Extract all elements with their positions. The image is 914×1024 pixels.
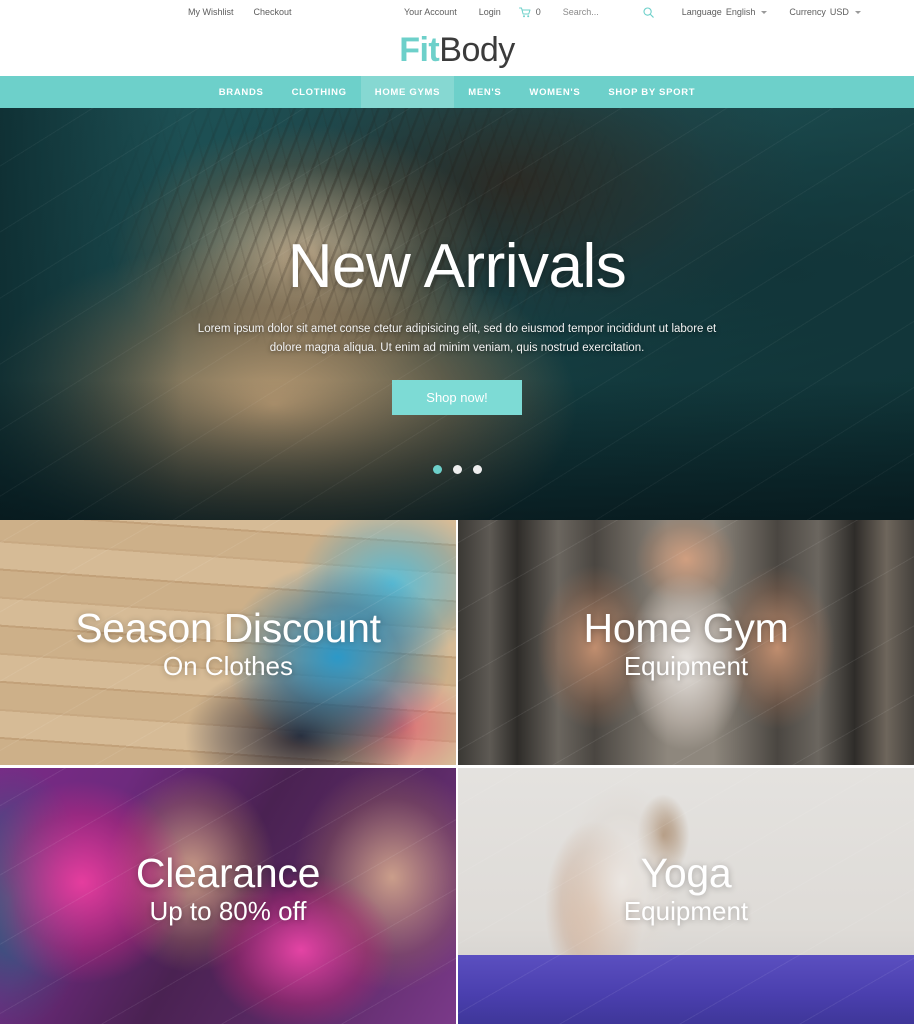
shop-now-button[interactable]: Shop now!: [392, 379, 522, 415]
logo-text-secondary: Body: [439, 31, 515, 69]
nav-item-clothing[interactable]: CLOTHING: [278, 76, 361, 108]
top-utility-bar: My Wishlist Checkout Your Account Login …: [0, 0, 914, 24]
nav-item-shop-by-sport[interactable]: SHOP BY SPORT: [594, 76, 709, 108]
shopping-cart-icon: [518, 7, 531, 18]
search-icon: [643, 6, 654, 21]
promo-title: Season Discount: [75, 605, 381, 651]
currency-value: USD: [829, 7, 849, 17]
chevron-down-icon: [761, 10, 768, 14]
my-wishlist-link[interactable]: My Wishlist: [188, 7, 234, 17]
carousel-dots: [0, 465, 914, 474]
currency-label: Currency: [789, 7, 826, 17]
nav-item-brands[interactable]: BRANDS: [205, 76, 278, 108]
topbar-right-controls: Your Account Login 0 Language: [404, 6, 883, 21]
hero-carousel: New Arrivals Lorem ipsum dolor sit amet …: [0, 108, 914, 520]
language-value: English: [725, 7, 756, 17]
language-label: Language: [681, 7, 722, 17]
hero-subtitle: Lorem ipsum dolor sit amet conse ctetur …: [197, 323, 717, 354]
promo-title: Clearance: [135, 850, 321, 896]
promo-grid: Season Discount On Clothes Home Gym Equi…: [0, 520, 914, 1024]
carousel-dot-1[interactable]: [432, 465, 442, 474]
carousel-dot-3[interactable]: [472, 465, 482, 474]
cart-button[interactable]: 0: [518, 7, 541, 18]
promo-subtitle: On Clothes: [162, 651, 294, 681]
currency-selector[interactable]: Currency USD: [789, 7, 861, 17]
promo-season-discount[interactable]: Season Discount On Clothes: [0, 520, 456, 765]
cart-count: 0: [535, 7, 541, 17]
topbar-left-links: My Wishlist Checkout: [188, 7, 292, 17]
promo-clearance[interactable]: Clearance Up to 80% off: [0, 768, 456, 1024]
language-selector[interactable]: Language English: [682, 7, 768, 17]
nav-item-womens[interactable]: WOMEN'S: [515, 76, 594, 108]
nav-item-home-gyms[interactable]: HOME GYMS: [360, 76, 455, 108]
site-logo[interactable]: FitBody: [399, 33, 515, 67]
promo-text-clearance: Clearance Up to 80% off: [0, 853, 456, 929]
login-link[interactable]: Login: [479, 7, 501, 17]
logo-text-primary: Fit: [399, 31, 440, 69]
promo-title: Yoga: [640, 850, 732, 896]
promo-home-gym[interactable]: Home Gym Equipment: [458, 520, 914, 765]
promo-text-yoga: Yoga Equipment: [458, 853, 914, 929]
promo-subtitle: Up to 80% off: [149, 896, 307, 926]
checkout-link[interactable]: Checkout: [254, 7, 292, 17]
promo-subtitle: Equipment: [623, 896, 749, 926]
promo-title: Home Gym: [583, 605, 789, 651]
promo-text-home-gym: Home Gym Equipment: [458, 608, 914, 684]
main-navigation: BRANDS CLOTHING HOME GYMS MEN'S WOMEN'S …: [0, 76, 914, 108]
promo-subtitle: Equipment: [623, 651, 749, 681]
promo-text-season: Season Discount On Clothes: [0, 608, 456, 684]
logo-bar: FitBody: [0, 24, 914, 76]
your-account-link[interactable]: Your Account: [404, 7, 457, 17]
nav-item-mens[interactable]: MEN'S: [454, 76, 515, 108]
chevron-down-icon: [854, 10, 861, 14]
hero-title: New Arrivals: [287, 232, 627, 301]
promo-yoga[interactable]: Yoga Equipment: [458, 768, 914, 1024]
search-button[interactable]: [643, 6, 654, 21]
hero-content: New Arrivals Lorem ipsum dolor sit amet …: [0, 108, 914, 520]
search-input[interactable]: [562, 7, 619, 17]
carousel-dot-2[interactable]: [452, 465, 462, 474]
nav-items: BRANDS CLOTHING HOME GYMS MEN'S WOMEN'S …: [205, 76, 710, 108]
